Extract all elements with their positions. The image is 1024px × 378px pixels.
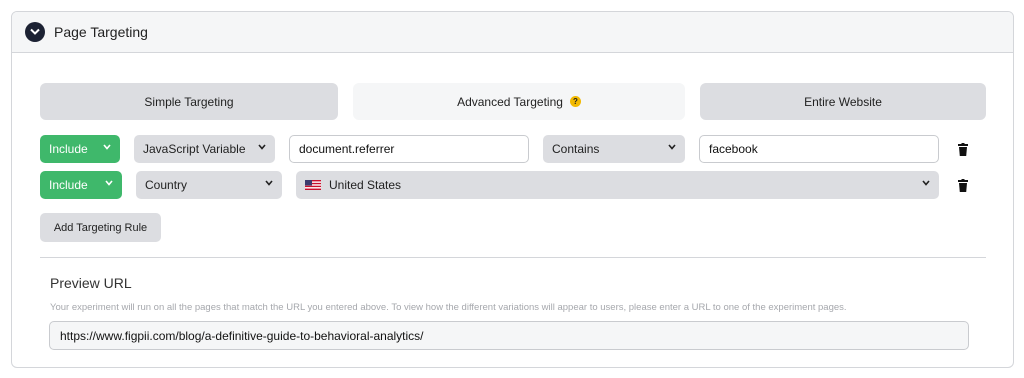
variable-value: document.referrer bbox=[299, 142, 395, 156]
chevron-down-icon bbox=[265, 180, 273, 186]
chevron-down-icon bbox=[258, 144, 266, 150]
page-targeting-panel: Page Targeting Simple Targeting Advanced… bbox=[11, 11, 1014, 368]
tab-label: Entire Website bbox=[804, 94, 882, 109]
trash-icon[interactable] bbox=[958, 143, 968, 156]
operator-select[interactable]: Contains bbox=[543, 135, 685, 163]
rule-type-label: JavaScript Variable bbox=[143, 142, 246, 156]
us-flag-icon bbox=[305, 180, 321, 190]
chevron-down-icon bbox=[668, 144, 676, 150]
include-select[interactable]: Include bbox=[40, 171, 122, 199]
chevron-down-icon bbox=[103, 144, 111, 150]
divider bbox=[40, 257, 986, 258]
country-select[interactable]: United States bbox=[296, 171, 939, 199]
include-select[interactable]: Include bbox=[40, 135, 120, 163]
include-label: Include bbox=[49, 142, 88, 156]
variable-input[interactable]: document.referrer bbox=[289, 135, 529, 163]
tab-simple-targeting[interactable]: Simple Targeting bbox=[40, 83, 338, 120]
tab-entire-website[interactable]: Entire Website bbox=[700, 83, 986, 120]
rule-type-select[interactable]: Country bbox=[136, 171, 282, 199]
add-targeting-rule-button[interactable]: Add Targeting Rule bbox=[40, 213, 161, 242]
question-icon[interactable]: ? bbox=[569, 96, 581, 107]
panel-header[interactable]: Page Targeting bbox=[12, 12, 1013, 53]
chevron-down-circle-icon[interactable] bbox=[25, 22, 45, 42]
preview-url-value: https://www.figpii.com/blog/a-definitive… bbox=[60, 328, 424, 343]
operator-label: Contains bbox=[552, 142, 600, 156]
tab-label: Advanced Targeting bbox=[457, 94, 563, 109]
value-input[interactable]: facebook bbox=[699, 135, 939, 163]
preview-url-input[interactable]: https://www.figpii.com/blog/a-definitive… bbox=[49, 321, 969, 350]
chevron-down-icon bbox=[105, 180, 113, 186]
tab-advanced-targeting[interactable]: Advanced Targeting ? bbox=[353, 83, 685, 120]
rule-type-label: Country bbox=[145, 178, 188, 192]
preview-url-description: Your experiment will run on all the page… bbox=[50, 302, 847, 313]
tab-label: Simple Targeting bbox=[144, 94, 234, 109]
chevron-down-icon bbox=[922, 180, 930, 186]
preview-url-title: Preview URL bbox=[50, 275, 132, 291]
include-label: Include bbox=[49, 178, 88, 192]
add-targeting-rule-label: Add Targeting Rule bbox=[53, 221, 148, 234]
country-label: United States bbox=[329, 178, 402, 192]
trash-icon[interactable] bbox=[958, 179, 968, 192]
panel-title: Page Targeting bbox=[54, 24, 148, 40]
rule-type-select[interactable]: JavaScript Variable bbox=[134, 135, 275, 163]
value-text: facebook bbox=[709, 142, 758, 156]
